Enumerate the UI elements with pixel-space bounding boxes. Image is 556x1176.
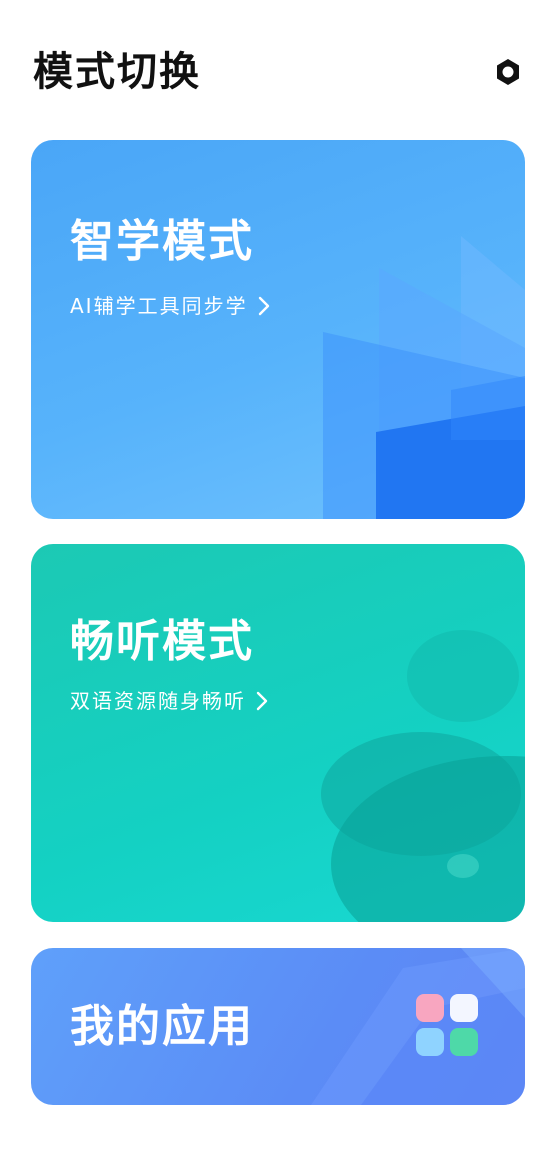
page-title: 模式切换 [33, 49, 201, 95]
discs-decoration [321, 630, 525, 922]
changting-mode-subtitle: 双语资源随身畅听 [70, 687, 268, 715]
my-apps-card[interactable]: 我的应用 [31, 948, 525, 1105]
apps-grid-icon [416, 994, 478, 1056]
hexagon-settings-icon [497, 59, 519, 85]
chevron-right-icon [256, 691, 268, 711]
settings-button[interactable] [488, 52, 528, 92]
changting-mode-card[interactable]: 畅听模式 双语资源随身畅听 [31, 544, 525, 922]
zhixue-mode-card[interactable]: 智学模式 AI辅学工具同步学 [31, 140, 525, 519]
layered-panels-decoration [323, 236, 525, 519]
my-apps-title: 我的应用 [70, 1001, 254, 1052]
chevron-right-icon [258, 296, 269, 316]
zhixue-mode-subtitle-text: AI辅学工具同步学 [70, 294, 248, 318]
header: 模式切换 [0, 0, 556, 140]
changting-mode-subtitle-text: 双语资源随身畅听 [70, 689, 246, 713]
zhixue-mode-title: 智学模式 [70, 216, 254, 267]
changting-mode-title: 畅听模式 [70, 616, 254, 667]
zhixue-mode-subtitle: AI辅学工具同步学 [70, 292, 270, 320]
